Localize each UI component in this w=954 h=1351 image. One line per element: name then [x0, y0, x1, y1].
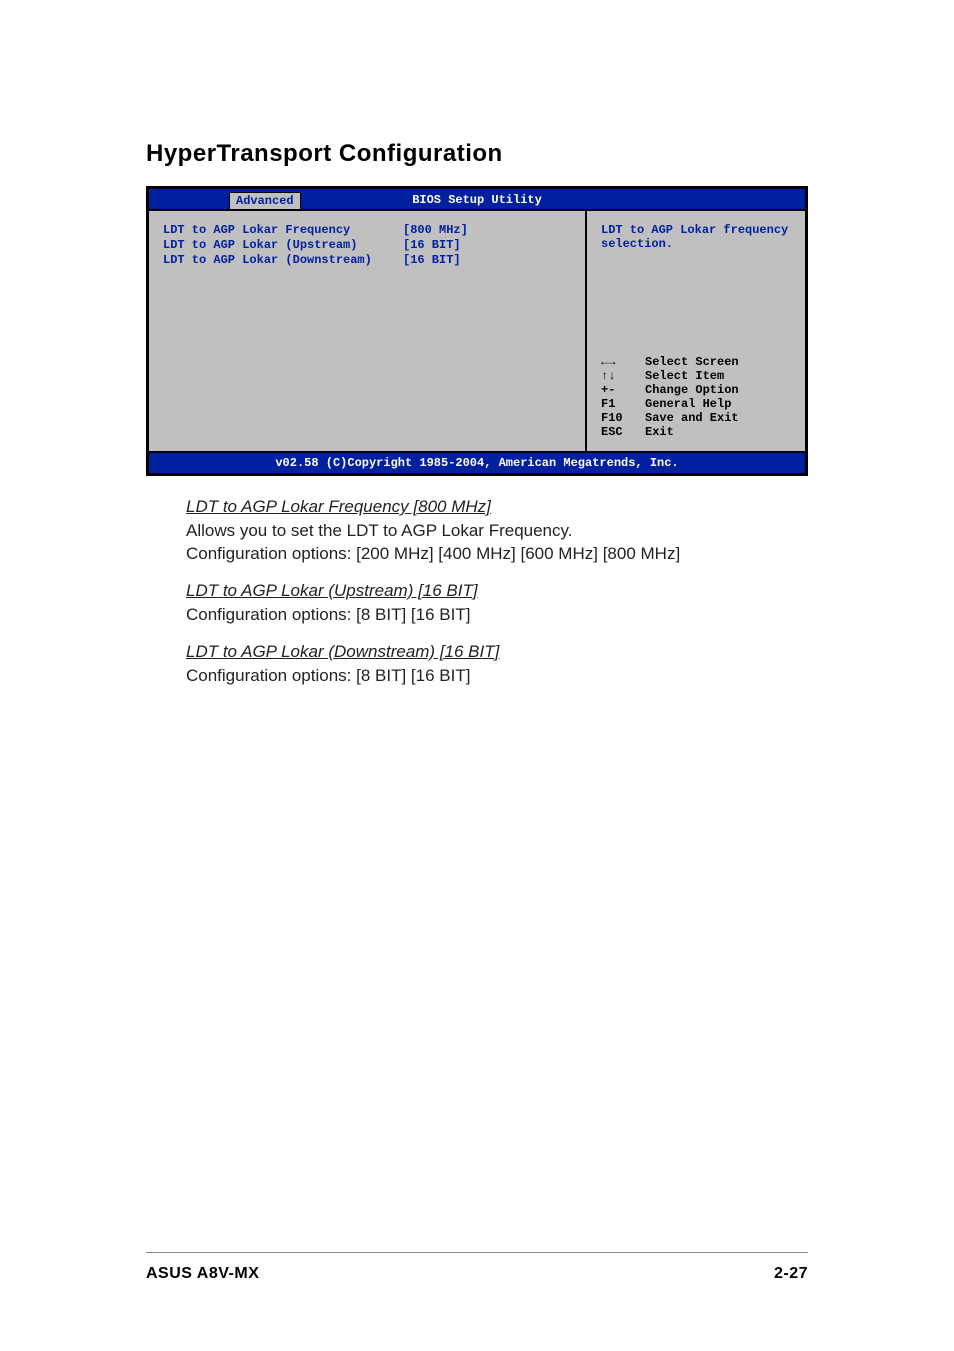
doc-item-title: LDT to AGP Lokar (Upstream) [16 BIT] [186, 580, 768, 603]
section-heading: HyperTransport Configuration [146, 140, 808, 168]
bios-body: LDT to AGP Lokar Frequency [800 MHz] LDT… [149, 211, 805, 451]
doc-item-title: LDT to AGP Lokar Frequency [800 MHz] [186, 496, 768, 519]
help-key-row: ↑↓ Select Item [601, 369, 793, 383]
help-key-desc: Select Screen [645, 355, 739, 369]
bios-tab-advanced[interactable]: Advanced [229, 192, 301, 209]
doc-item-title: LDT to AGP Lokar (Downstream) [16 BIT] [186, 641, 768, 664]
bios-main-panel: LDT to AGP Lokar Frequency [800 MHz] LDT… [149, 211, 585, 451]
help-key-label: F10 [601, 411, 645, 425]
footer-product-name: ASUS A8V-MX [146, 1265, 259, 1283]
bios-footer: v02.58 (C)Copyright 1985-2004, American … [149, 451, 805, 473]
help-key-row: F1 General Help [601, 397, 793, 411]
help-key-label: +- [601, 383, 645, 397]
arrow-up-down-icon: ↑↓ [601, 369, 645, 383]
bios-help-panel: LDT to AGP Lokar frequency selection. ←→… [585, 211, 805, 451]
doc-item-desc: Configuration options: [8 BIT] [16 BIT] [186, 604, 768, 627]
footer-page-number: 2-27 [774, 1265, 808, 1283]
help-key-desc: Save and Exit [645, 411, 739, 425]
bios-header: BIOS Setup Utility Advanced [149, 189, 805, 211]
bios-setting-label: LDT to AGP Lokar (Downstream) [163, 253, 403, 267]
bios-setting-label: LDT to AGP Lokar Frequency [163, 223, 403, 237]
bios-setting-row[interactable]: LDT to AGP Lokar Frequency [800 MHz] [163, 223, 571, 237]
bios-setting-value: [16 BIT] [403, 253, 461, 267]
document-body: LDT to AGP Lokar Frequency [800 MHz] All… [146, 476, 808, 688]
page-content: HyperTransport Configuration BIOS Setup … [0, 0, 954, 688]
doc-item-desc: Configuration options: [8 BIT] [16 BIT] [186, 665, 768, 688]
doc-item-desc: Allows you to set the LDT to AGP Lokar F… [186, 520, 768, 566]
help-key-row: +- Change Option [601, 383, 793, 397]
bios-help-keys: ←→ Select Screen ↑↓ Select Item +- Chang… [601, 355, 793, 439]
help-key-label: ESC [601, 425, 645, 439]
bios-setting-label: LDT to AGP Lokar (Upstream) [163, 238, 403, 252]
bios-setting-row[interactable]: LDT to AGP Lokar (Downstream) [16 BIT] [163, 253, 571, 267]
bios-help-text: LDT to AGP Lokar frequency selection. [601, 223, 793, 251]
help-key-desc: General Help [645, 397, 731, 411]
arrow-left-right-icon: ←→ [601, 355, 645, 369]
help-key-desc: Change Option [645, 383, 739, 397]
help-key-row: F10 Save and Exit [601, 411, 793, 425]
help-key-row: ←→ Select Screen [601, 355, 793, 369]
help-key-desc: Exit [645, 425, 674, 439]
help-key-desc: Select Item [645, 369, 724, 383]
page-footer: ASUS A8V-MX 2-27 [146, 1252, 808, 1283]
help-key-label: F1 [601, 397, 645, 411]
help-key-row: ESC Exit [601, 425, 793, 439]
bios-setting-value: [16 BIT] [403, 238, 461, 252]
bios-setting-value: [800 MHz] [403, 223, 468, 237]
bios-window: BIOS Setup Utility Advanced LDT to AGP L… [146, 186, 808, 476]
bios-setting-row[interactable]: LDT to AGP Lokar (Upstream) [16 BIT] [163, 238, 571, 252]
